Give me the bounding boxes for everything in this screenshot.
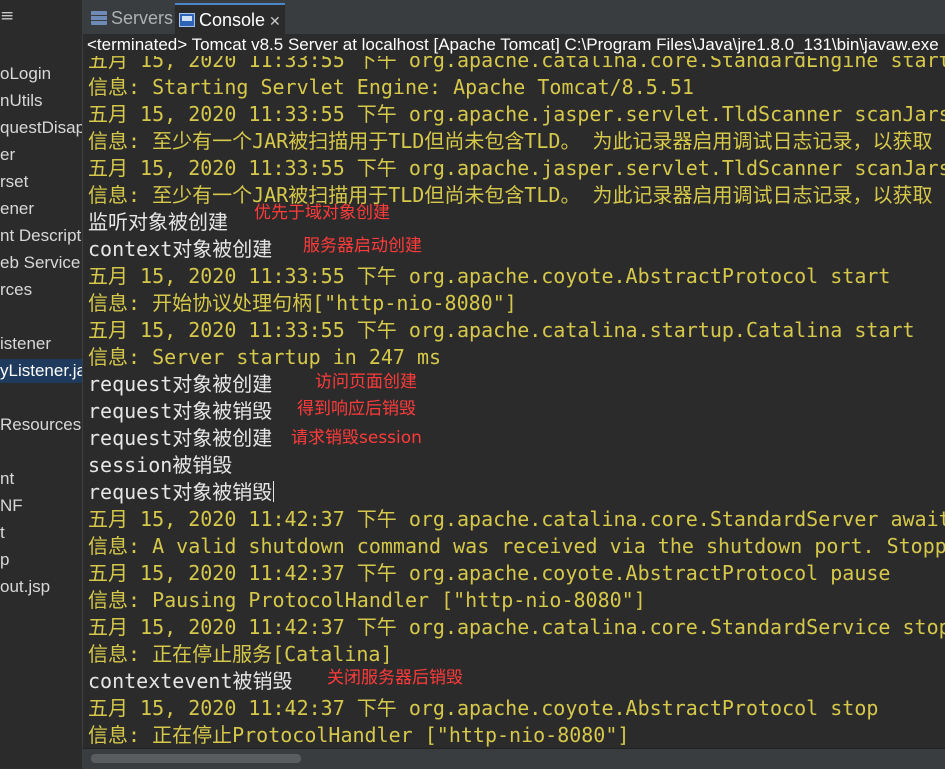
explorer-item[interactable]: Resources xyxy=(0,413,81,437)
console-log-line: 五月 15, 2020 11:33:55 下午 org.apache.coyot… xyxy=(88,264,891,288)
console-log-line: 五月 15, 2020 11:42:37 下午 org.apache.coyot… xyxy=(88,561,891,585)
explorer-item[interactable]: questDisap xyxy=(0,116,82,140)
console-status-line: <terminated> Tomcat v8.5 Server at local… xyxy=(83,34,945,56)
tab-console[interactable]: Console ✕ xyxy=(175,3,285,36)
tab-servers[interactable]: Servers xyxy=(87,3,177,33)
explorer-item[interactable]: eb Service xyxy=(0,251,80,275)
handwritten-annotation: 请求销毁session xyxy=(291,428,422,448)
console-stdout-line: 监听对象被创建 xyxy=(88,210,228,234)
handwritten-annotation: 访问页面创建 xyxy=(315,372,417,392)
console-log-line: 信息: 开始协议处理句柄["http-nio-8080"] xyxy=(88,291,517,315)
scrollbar-thumb[interactable] xyxy=(91,754,301,763)
console-log-line: 信息: 正在停止服务[Catalina] xyxy=(88,642,393,666)
console-stdout-line: context对象被创建 xyxy=(88,237,273,261)
close-tab-icon[interactable]: ✕ xyxy=(269,13,281,29)
explorer-item[interactable]: oLogin xyxy=(0,62,51,86)
console-log-line: 五月 15, 2020 11:33:55 下午 org.apache.catal… xyxy=(88,56,945,72)
console-stdout-line: request对象被创建 xyxy=(88,426,273,450)
handwritten-annotation: 得到响应后销毁 xyxy=(297,399,416,419)
explorer-item[interactable]: t xyxy=(0,521,5,545)
handwritten-annotation: 服务器启动创建 xyxy=(303,236,422,256)
console-log-line: 五月 15, 2020 11:33:55 下午 org.apache.jaspe… xyxy=(88,102,945,126)
console-stdout-line: request对象被销毁 xyxy=(88,399,273,423)
handwritten-annotation: 优先于域对象创建 xyxy=(254,203,390,223)
explorer-item[interactable]: nUtils xyxy=(0,89,43,113)
console-icon xyxy=(179,13,195,27)
console-log-line: 信息: A valid shutdown command was receive… xyxy=(88,534,945,558)
console-stdout-line: request对象被销毁 xyxy=(88,480,275,504)
console-log-line: 信息: 正在停止ProtocolHandler ["http-nio-8080"… xyxy=(88,723,630,747)
handwritten-annotation: 关闭服务器后销毁 xyxy=(327,668,463,688)
explorer-item[interactable]: nt xyxy=(0,467,14,491)
text-cursor xyxy=(273,481,275,502)
view-tab-bar: Servers Console ✕ xyxy=(83,0,945,36)
explorer-item[interactable]: istener xyxy=(0,332,51,356)
console-log-line: 信息: 至少有一个JAR被扫描用于TLD但尚未包含TLD。 为此记录器启用调试日… xyxy=(88,129,933,153)
explorer-item[interactable]: yListener.ja xyxy=(0,359,82,383)
explorer-item[interactable]: rset xyxy=(0,170,28,194)
console-stdout-line: request对象被创建 xyxy=(88,372,273,396)
explorer-item[interactable]: nt Descript xyxy=(0,224,81,248)
console-log-line: 五月 15, 2020 11:33:55 下午 org.apache.catal… xyxy=(88,318,915,342)
horizontal-scrollbar[interactable] xyxy=(83,748,945,769)
console-log-line: 五月 15, 2020 11:42:37 下午 org.apache.catal… xyxy=(88,615,945,639)
explorer-item[interactable]: rces xyxy=(0,278,32,302)
console-log-line: 信息: 至少有一个JAR被扫描用于TLD但尚未包含TLD。 为此记录器启用调试日… xyxy=(88,183,933,207)
console-log-line: 五月 15, 2020 11:42:37 下午 org.apache.coyot… xyxy=(88,696,879,720)
console-log-line: 信息: Pausing ProtocolHandler ["http-nio-8… xyxy=(88,588,646,612)
explorer-item[interactable]: out.jsp xyxy=(0,575,50,599)
console-log-line: 五月 15, 2020 11:42:37 下午 org.apache.catal… xyxy=(88,507,945,531)
servers-icon xyxy=(91,11,107,25)
console-log-line: 五月 15, 2020 11:33:55 下午 org.apache.jaspe… xyxy=(88,156,945,180)
console-log-line: 信息: Server startup in 247 ms xyxy=(88,345,442,369)
explorer-collapse-icon[interactable]: ≡ xyxy=(0,6,14,26)
explorer-item[interactable]: p xyxy=(0,548,9,572)
console-stdout-line: contextevent被销毁 xyxy=(88,669,293,693)
tab-servers-label: Servers xyxy=(111,8,174,28)
explorer-item[interactable]: NF xyxy=(0,494,23,518)
explorer-item[interactable]: ener xyxy=(0,197,34,221)
explorer-item[interactable]: er xyxy=(0,143,15,167)
console-log-line: 信息: Starting Servlet Engine: Apache Tomc… xyxy=(88,75,694,99)
console-output[interactable]: 五月 15, 2020 11:33:55 下午 org.apache.catal… xyxy=(83,56,945,748)
tab-console-label: Console xyxy=(199,10,266,30)
console-stdout-line: session被销毁 xyxy=(88,453,233,477)
project-explorer: ≡ oLogin nUtils questDisap er rset ener nt Des… xyxy=(0,0,83,768)
